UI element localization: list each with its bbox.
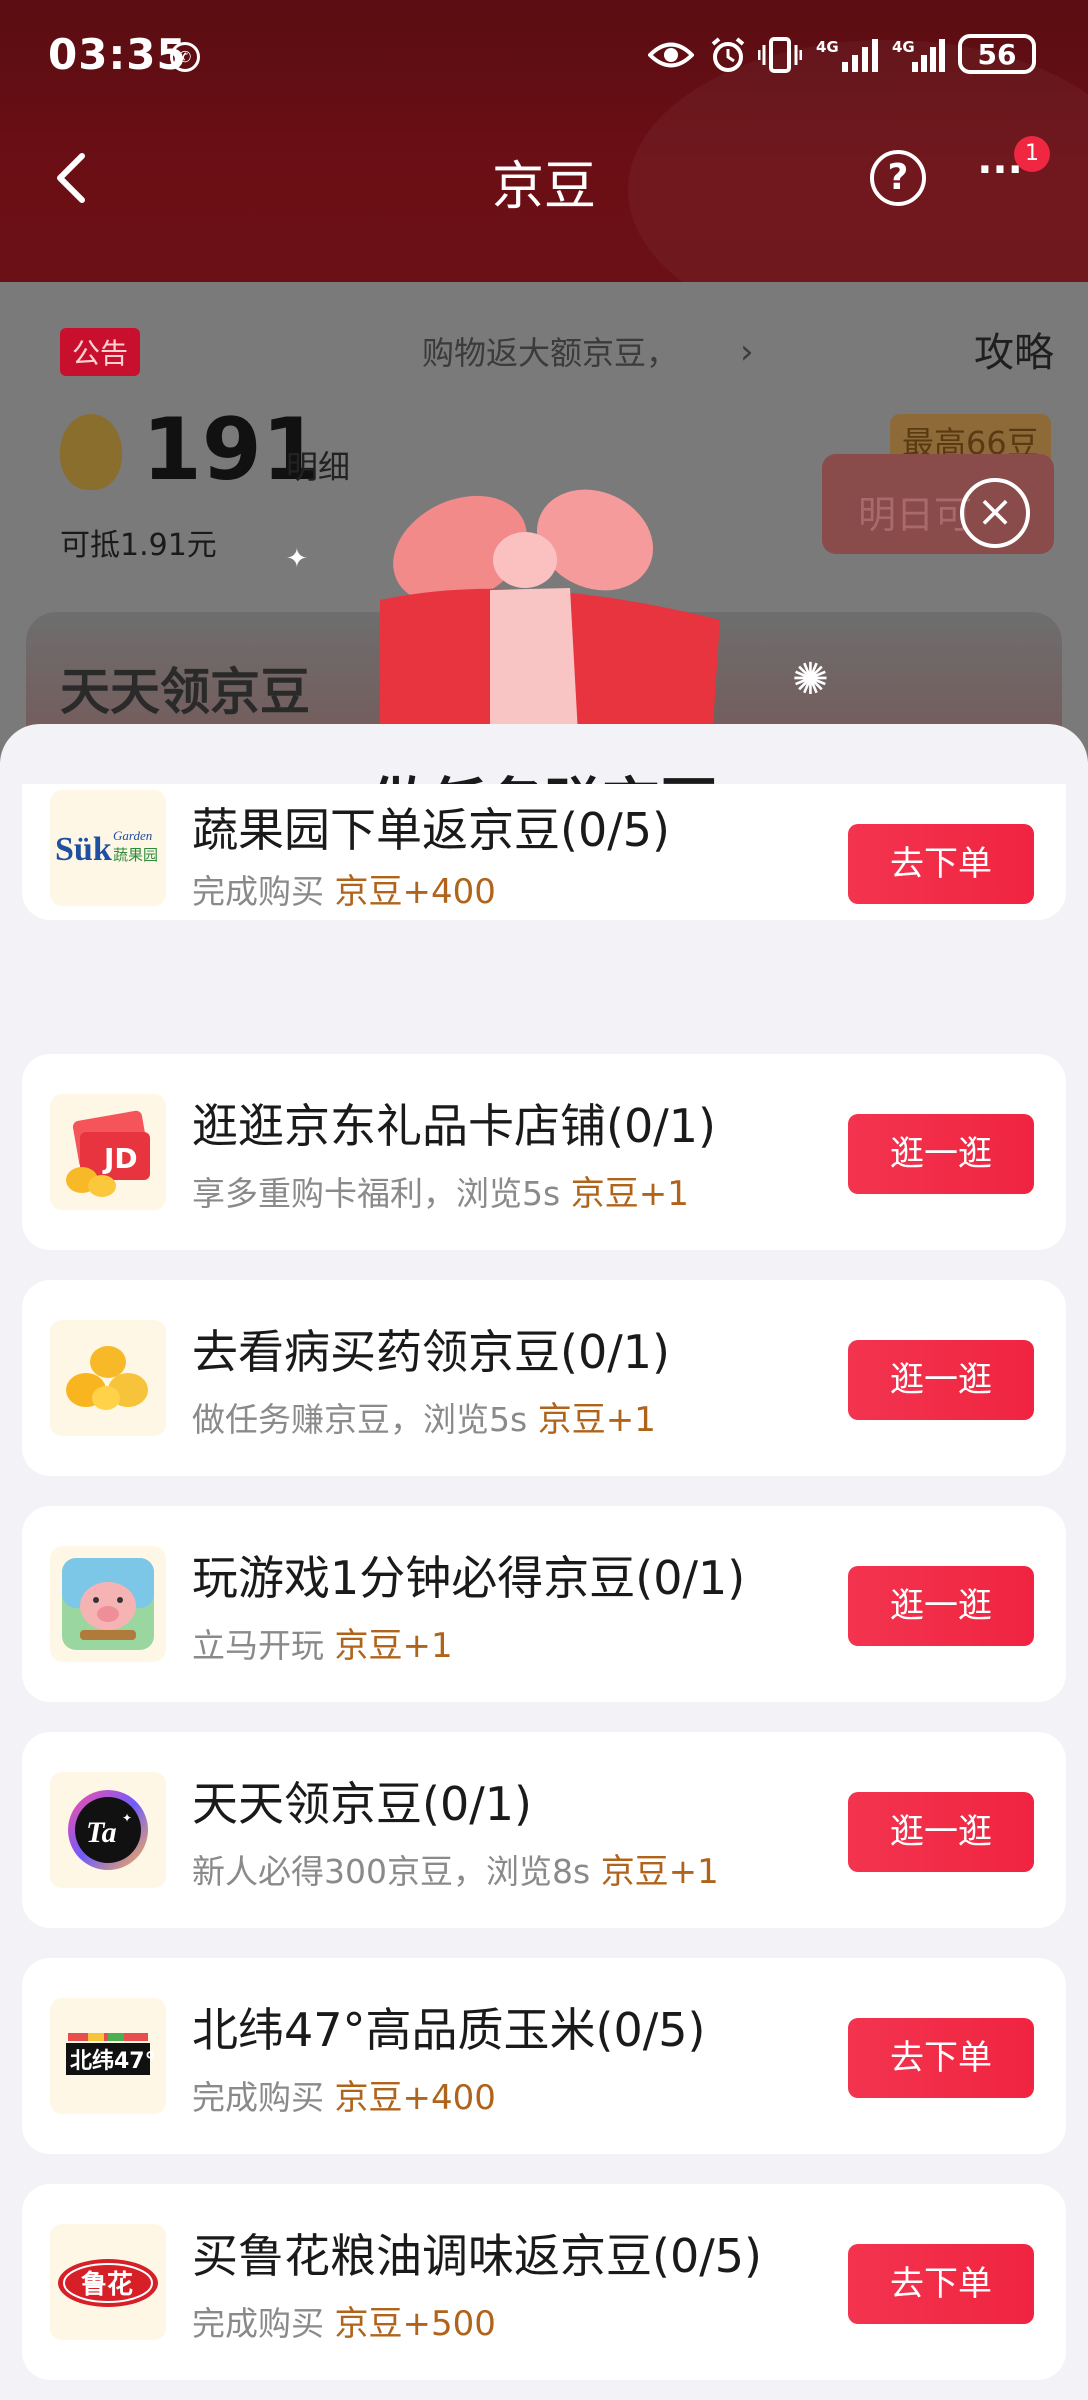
message-icon: ✆ (170, 42, 200, 72)
task-desc: 完成购买 京豆+400 (192, 2078, 496, 2118)
task-sheet: 做任务赚京豆 Sük Garden 蔬果园 蔬果园下单返京豆(0/5) 完成购买… (0, 724, 1088, 2400)
signal-label: 4G (816, 38, 839, 56)
notice-text[interactable]: 购物返大额京豆， (422, 328, 678, 374)
svg-text:北纬47°: 北纬47° (70, 2048, 156, 2074)
task-item: JD 逛逛京东礼品卡店铺(0/1) 享多重购卡福利，浏览5s 京豆+1 逛一逛 (22, 1054, 1066, 1250)
strategy-link[interactable]: 攻略 (974, 320, 1054, 378)
svg-text:Garden: Garden (113, 828, 152, 843)
task-reward: 京豆+400 (334, 872, 496, 912)
nav-bar: 京豆 ? ··· 1 (0, 120, 1088, 240)
bean-icon (60, 414, 122, 490)
task-item: 玩游戏1分钟必得京豆(0/1) 立马开玩 京豆+1 逛一逛 (22, 1506, 1066, 1702)
status-bar: 03:35 ✆ 4G 4G 56 (0, 0, 1088, 110)
task-desc: 新人必得300京豆，浏览8s 京豆+1 (192, 1852, 719, 1892)
browse-button[interactable]: 逛一逛 (848, 1340, 1034, 1420)
notice-tag: 公告 (60, 328, 141, 376)
task-reward: 京豆+1 (334, 1626, 453, 1666)
chevron-right-icon: › (740, 332, 754, 372)
eye-icon (648, 36, 694, 74)
task-reward: 京豆+500 (334, 2304, 496, 2344)
daily-title: 天天领京豆 (60, 663, 310, 721)
vibrate-icon (758, 36, 802, 74)
task-reward: 京豆+1 (600, 1852, 719, 1892)
browse-button[interactable]: 逛一逛 (848, 1792, 1034, 1872)
task-name: 逛逛京东礼品卡店铺(0/1) (192, 1099, 716, 1153)
task-item: 北纬47° 北纬47°高品质玉米(0/5) 完成购买 京豆+400 去下单 (22, 1958, 1066, 2154)
task-name: 蔬果园下单返京豆(0/5) (192, 803, 670, 857)
task-name: 买鲁花粮油调味返京豆(0/5) (192, 2229, 762, 2283)
task-desc: 完成购买 京豆+400 (192, 872, 496, 912)
svg-text:Ta: Ta (86, 1816, 117, 1849)
status-time: 03:35 (48, 30, 187, 79)
luhua-logo: 鲁花 (50, 2224, 166, 2340)
page-title: 京豆 (491, 157, 596, 217)
task-item: 鲁花 买鲁花粮油调味返京豆(0/5) 完成购买 京豆+500 去下单 (22, 2184, 1066, 2380)
more-button[interactable]: ··· (970, 150, 1030, 206)
svg-text:Sük: Sük (55, 831, 112, 868)
alarm-icon (708, 36, 748, 74)
svg-text:鲁花: 鲁花 (81, 2270, 133, 2300)
task-desc: 立马开玩 京豆+1 (192, 1626, 453, 1666)
svg-text:✦: ✦ (122, 1811, 132, 1825)
deduct-text: 可抵1.91元 (60, 528, 217, 563)
pig-game-icon (50, 1546, 166, 1662)
order-button[interactable]: 去下单 (848, 2244, 1034, 2324)
gift-card-logo: JD (50, 1094, 166, 1210)
browse-button[interactable]: 逛一逛 (848, 1566, 1034, 1646)
task-name: 去看病买药领京豆(0/1) (192, 1325, 670, 1379)
signal-icon-2: 4G (892, 36, 948, 74)
task-item: 去看病买药领京豆(0/1) 做任务赚京豆，浏览5s 京豆+1 逛一逛 (22, 1280, 1066, 1476)
close-icon[interactable]: × (960, 478, 1030, 548)
task-desc: 做任务赚京豆，浏览5s 京豆+1 (192, 1400, 656, 1440)
notification-badge: 1 (1014, 136, 1050, 172)
sparkle-icon: ✦ (286, 544, 308, 574)
task-name: 玩游戏1分钟必得京豆(0/1) (192, 1551, 746, 1605)
help-button[interactable]: ? (870, 150, 926, 206)
task-name: 天天领京豆(0/1) (192, 1777, 532, 1831)
svg-text:蔬果园: 蔬果园 (113, 846, 158, 864)
task-name: 北纬47°高品质玉米(0/5) (192, 2003, 706, 2057)
task-reward: 京豆+1 (570, 1174, 689, 1214)
signal-label-2: 4G (892, 38, 915, 56)
task-desc: 享多重购卡福利，浏览5s 京豆+1 (192, 1174, 689, 1214)
sparkle-icon: ✺ (792, 654, 829, 705)
task-item: Ta ✦ 天天领京豆(0/1) 新人必得300京豆，浏览8s 京豆+1 逛一逛 (22, 1732, 1066, 1928)
ta-logo: Ta ✦ (50, 1772, 166, 1888)
beiwei47-logo: 北纬47° (50, 1998, 166, 2114)
order-button[interactable]: 去下单 (848, 824, 1034, 904)
order-button[interactable]: 去下单 (848, 2018, 1034, 2098)
signal-icon: 4G (816, 36, 882, 74)
task-reward: 京豆+400 (334, 2078, 496, 2118)
battery-icon: 56 (958, 34, 1036, 74)
browse-button[interactable]: 逛一逛 (848, 1114, 1034, 1194)
sukgarden-logo: Sük Garden 蔬果园 (50, 790, 166, 906)
task-item: Sük Garden 蔬果园 蔬果园下单返京豆(0/5) 完成购买 京豆+400… (22, 784, 1066, 920)
svg-text:JD: JD (102, 1142, 138, 1175)
task-reward: 京豆+1 (537, 1400, 656, 1440)
beans-icon (50, 1320, 166, 1436)
task-desc: 完成购买 京豆+500 (192, 2304, 496, 2344)
top-bar: 03:35 ✆ 4G 4G 56 京豆 ? ··· 1 (0, 0, 1088, 282)
